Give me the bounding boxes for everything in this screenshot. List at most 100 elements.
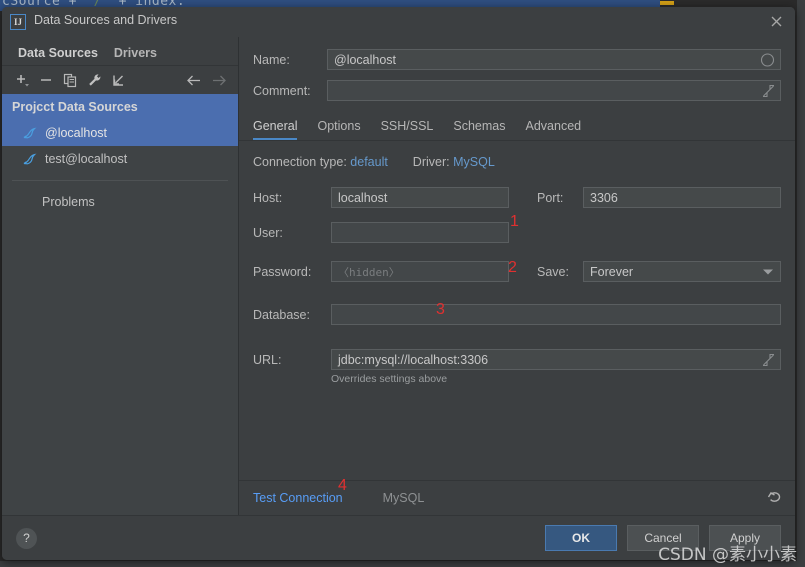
- wrench-icon: [88, 73, 100, 86]
- expand-icon[interactable]: [762, 353, 775, 366]
- dialog-footer: ? OK Cancel Apply: [2, 515, 795, 560]
- plus-icon: [16, 74, 29, 86]
- copy-data-source-button[interactable]: [58, 69, 82, 91]
- database-input[interactable]: [331, 304, 781, 325]
- url-row: URL: jdbc:mysql://localhost:3306: [253, 349, 781, 370]
- list-item[interactable]: test@localhost: [2, 146, 238, 172]
- database-label: Database:: [253, 307, 310, 322]
- password-input[interactable]: 〈hidden〉: [331, 261, 509, 282]
- ide-bottom-strip: [0, 561, 805, 567]
- close-icon[interactable]: [767, 13, 785, 31]
- sidebar-tabs: Data Sources Drivers: [2, 37, 238, 67]
- mysql-dolphin-icon: [23, 153, 37, 164]
- tree-group-project-data-sources[interactable]: Projcct Data Sources: [2, 94, 238, 120]
- apply-button[interactable]: Apply: [709, 525, 781, 551]
- data-sources-dialog: IJ Data Sources and Drivers Data Sources…: [2, 7, 795, 560]
- host-port-row: Host: localhost Port: 3306: [253, 187, 781, 208]
- expand-icon[interactable]: [762, 84, 775, 97]
- url-input-value: jdbc:mysql://localhost:3306: [338, 352, 489, 367]
- tab-schemas[interactable]: Schemas: [443, 119, 515, 140]
- comment-row: Comment:: [253, 80, 781, 101]
- revert-icon[interactable]: [767, 489, 783, 508]
- connection-type-value[interactable]: default: [350, 155, 388, 169]
- tab-data-sources[interactable]: Data Sources: [10, 46, 106, 67]
- help-button[interactable]: ?: [16, 527, 37, 549]
- tab-drivers[interactable]: Drivers: [106, 46, 165, 66]
- arrow-left-icon: [186, 75, 200, 85]
- port-label: Port:: [537, 190, 564, 205]
- comment-label: Comment:: [253, 83, 311, 98]
- tree-item-problems-label: Problems: [42, 195, 95, 209]
- user-row: User:: [253, 222, 781, 243]
- minus-icon: [40, 78, 51, 81]
- expand-icon-svg: [763, 353, 774, 366]
- arrow-right-icon: [212, 75, 226, 85]
- connection-meta-row: Connection type: default Driver: MySQL: [253, 155, 781, 169]
- name-row: Name: @localhost: [253, 49, 781, 70]
- import-icon: [112, 75, 123, 86]
- data-source-properties-button[interactable]: [82, 69, 106, 91]
- editor-tabs: General Options SSH/SSL Schemas Advanced: [239, 111, 795, 140]
- port-input-value: 3306: [590, 190, 618, 205]
- name-label: Name:: [253, 52, 290, 67]
- tree-group-label: Projcct Data Sources: [12, 100, 138, 114]
- list-item-label: @localhost: [45, 126, 108, 140]
- navigate-forward-button[interactable]: [206, 69, 230, 91]
- revert-icon-svg: [767, 492, 781, 502]
- password-placeholder: 〈hidden〉: [338, 265, 400, 279]
- copy-icon: [63, 73, 76, 87]
- host-label: Host:: [253, 190, 283, 205]
- driver-value[interactable]: MySQL: [453, 155, 495, 169]
- database-row: Database:: [253, 304, 781, 325]
- save-dropdown-value: Forever: [590, 264, 634, 279]
- dialog-title-bar: IJ Data Sources and Drivers: [2, 7, 795, 37]
- close-icon-svg: [771, 16, 781, 27]
- identity-form: Name: @localhost Comment:: [239, 37, 795, 111]
- intellij-logo-text: IJ: [13, 17, 22, 27]
- data-sources-sidebar: Data Sources Drivers Projcct Data Source…: [2, 37, 239, 515]
- driver-status-label: MySQL: [382, 491, 425, 505]
- list-item-label: test@localhost: [45, 152, 128, 166]
- tab-ssh-ssl[interactable]: SSH/SSL: [371, 119, 444, 140]
- circle-icon[interactable]: [760, 52, 775, 67]
- add-data-source-button[interactable]: [10, 69, 34, 91]
- dialog-title: Data Sources and Drivers: [34, 13, 178, 27]
- port-input[interactable]: 3306: [583, 187, 781, 208]
- ide-caret-marker: [660, 1, 674, 5]
- test-connection-link[interactable]: Test Connection: [253, 491, 343, 505]
- comment-input[interactable]: [327, 80, 781, 101]
- chevron-down-icon: [763, 269, 773, 274]
- host-input[interactable]: localhost: [331, 187, 509, 208]
- circle-icon-svg: [760, 52, 775, 67]
- mysql-dolphin-icon: [23, 127, 37, 138]
- general-tab-pane: Connection type: default Driver: MySQL H…: [239, 141, 795, 480]
- user-input[interactable]: [331, 222, 509, 243]
- url-hint: Overrides settings above: [331, 373, 448, 385]
- navigate-back-button[interactable]: [182, 69, 206, 91]
- dialog-body: Data Sources Drivers Projcct Data Source…: [2, 37, 795, 515]
- tab-advanced[interactable]: Advanced: [516, 119, 592, 140]
- tree-item-problems[interactable]: Problems: [2, 189, 238, 215]
- ide-right-gutter: [797, 0, 805, 567]
- tree-divider: [12, 180, 228, 181]
- save-label: Save:: [537, 264, 569, 279]
- url-input[interactable]: jdbc:mysql://localhost:3306: [331, 349, 781, 370]
- host-input-value: localhost: [338, 190, 388, 205]
- name-input[interactable]: @localhost: [327, 49, 781, 70]
- sidebar-toolbar: [2, 66, 238, 94]
- connection-type-label: Connection type:: [253, 155, 347, 169]
- import-data-source-button[interactable]: [106, 69, 130, 91]
- expand-icon-svg: [763, 84, 774, 97]
- list-item[interactable]: @localhost: [2, 120, 238, 146]
- user-label: User:: [253, 225, 283, 240]
- data-source-editor: Name: @localhost Comment: General Option…: [239, 37, 795, 515]
- tab-options[interactable]: Options: [307, 119, 370, 140]
- cancel-button[interactable]: Cancel: [627, 525, 699, 551]
- url-label: URL:: [253, 352, 282, 367]
- tab-general[interactable]: General: [253, 119, 307, 140]
- password-save-row: Password: 〈hidden〉 Save: Forever: [253, 261, 781, 282]
- save-dropdown[interactable]: Forever: [583, 261, 781, 282]
- ok-button[interactable]: OK: [545, 525, 617, 551]
- remove-data-source-button[interactable]: [34, 69, 58, 91]
- connection-actions-bar: Test Connection MySQL 4: [239, 477, 795, 515]
